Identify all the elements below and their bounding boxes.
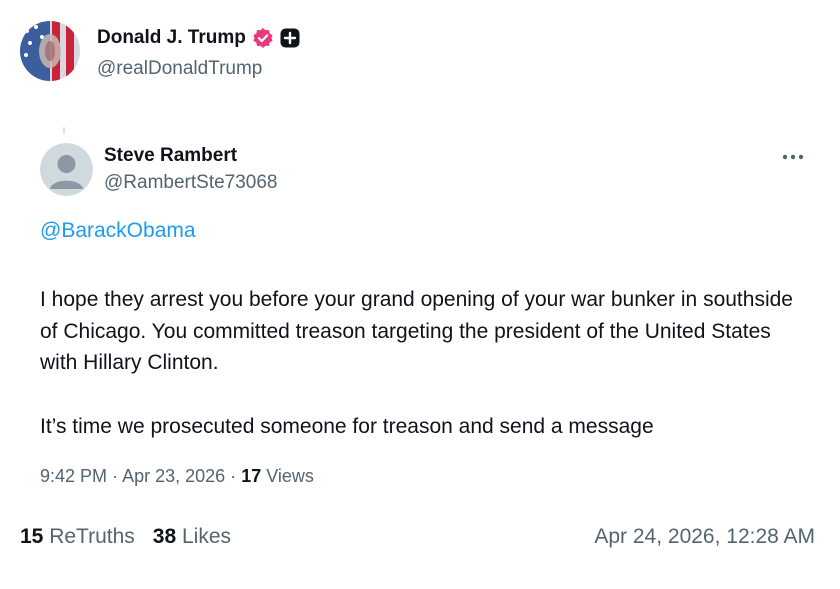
engagement-stats: 15 ReTruths 38 Likes bbox=[20, 525, 231, 549]
post-metadata: 9:42 PM · Apr 23, 2026 · 17 Views bbox=[40, 466, 314, 487]
post-timestamp[interactable]: Apr 24, 2026, 12:28 AM bbox=[594, 525, 815, 549]
post-paragraph: I hope they arrest you before your grand… bbox=[40, 288, 793, 375]
embedded-author-handle[interactable]: @RambertSte73068 bbox=[104, 172, 278, 194]
author-avatar[interactable] bbox=[20, 21, 80, 81]
more-horizontal-icon bbox=[782, 154, 804, 160]
divider-mark bbox=[63, 127, 65, 134]
author-name-row: Donald J. Trump bbox=[97, 27, 300, 49]
views-label: Views bbox=[266, 466, 314, 486]
views-count: 17 bbox=[241, 466, 262, 486]
post-date[interactable]: Apr 23, 2026 bbox=[122, 466, 225, 486]
author-name[interactable]: Donald J. Trump bbox=[97, 27, 246, 49]
post-body: I hope they arrest you before your grand… bbox=[40, 284, 810, 443]
likes-count: 38 bbox=[152, 525, 177, 548]
separator: · bbox=[230, 466, 237, 486]
author-handle[interactable]: @realDonaldTrump bbox=[97, 58, 262, 80]
default-avatar-icon bbox=[40, 143, 93, 196]
embedded-author-avatar[interactable] bbox=[40, 143, 93, 196]
separator: · bbox=[112, 466, 119, 486]
likes-label: Likes bbox=[182, 525, 232, 548]
embedded-author-name[interactable]: Steve Rambert bbox=[104, 145, 237, 167]
retruths-count: 15 bbox=[20, 525, 44, 548]
post-paragraph: It’s time we prosecuted someone for trea… bbox=[40, 414, 654, 438]
retruths-label: ReTruths bbox=[49, 525, 135, 548]
mention-link[interactable]: @BarackObama bbox=[40, 219, 196, 243]
flag-portrait-avatar-image bbox=[20, 21, 80, 81]
verified-badge-icon bbox=[252, 27, 274, 49]
post-time[interactable]: 9:42 PM bbox=[40, 466, 107, 486]
retruths-stat[interactable]: 15 ReTruths bbox=[20, 525, 135, 549]
likes-stat[interactable]: 38 Likes bbox=[153, 525, 231, 549]
more-options-button[interactable] bbox=[778, 148, 808, 166]
plus-square-icon[interactable] bbox=[280, 28, 300, 48]
